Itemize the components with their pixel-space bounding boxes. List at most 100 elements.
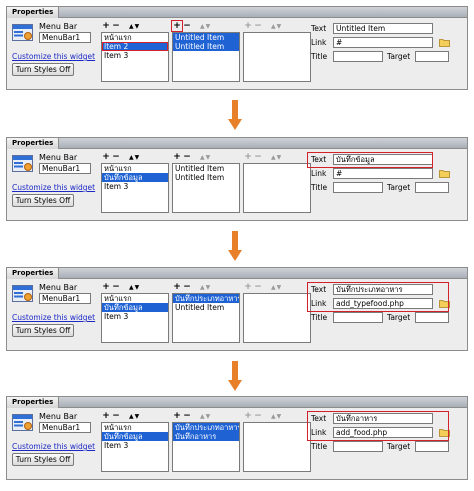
menu-item[interactable]: หน้าแรก	[102, 423, 168, 432]
turn-styles-off-button[interactable]: Turn Styles Off	[12, 324, 74, 337]
widget-name-field[interactable]: MenuBar1	[39, 293, 91, 304]
submenu-items-list[interactable]: Untitled Item Untitled Item	[172, 163, 240, 213]
remove-item-button[interactable]: −	[111, 282, 121, 292]
properties-tab[interactable]: Properties	[7, 268, 60, 279]
move-item-buttons[interactable]: ▲▼	[129, 153, 140, 163]
menu-item[interactable]: หน้าแรก	[102, 294, 168, 303]
title-field[interactable]	[333, 182, 383, 193]
move-item-buttons[interactable]: ▲▼	[129, 283, 140, 293]
submenu-items-list[interactable]: บันทึกประเภทอาหาร บันทึกอาหาร	[172, 422, 240, 472]
remove-subsubmenu-button[interactable]: −	[253, 282, 263, 292]
add-item-button[interactable]: +	[101, 152, 111, 162]
submenu-item[interactable]: บันทึกประเภทอาหาร	[173, 423, 239, 432]
subsubmenu-items-list[interactable]	[243, 422, 311, 472]
remove-subsubmenu-button[interactable]: −	[253, 21, 263, 31]
move-submenu-buttons[interactable]: ▲▼	[200, 412, 211, 422]
remove-item-button[interactable]: −	[111, 21, 121, 31]
remove-submenu-button[interactable]: −	[182, 411, 192, 421]
add-submenu-button[interactable]: +	[172, 411, 182, 421]
subsubmenu-items-list[interactable]	[243, 293, 311, 343]
menu-item[interactable]: Item 3	[102, 441, 168, 450]
submenu-item[interactable]: Untitled Item	[173, 33, 239, 42]
submenu-item[interactable]: บันทึกอาหาร	[173, 432, 239, 441]
move-submenu-buttons[interactable]: ▲▼	[200, 22, 211, 32]
menu-item[interactable]: Item 3	[102, 182, 168, 191]
remove-item-button[interactable]: −	[111, 411, 121, 421]
customize-widget-link[interactable]: Customize this widget	[12, 313, 95, 322]
submenu-item[interactable]: Untitled Item	[173, 164, 239, 173]
title-field[interactable]	[333, 51, 383, 62]
add-subsubmenu-button[interactable]: +	[243, 411, 253, 421]
customize-widget-link[interactable]: Customize this widget	[12, 183, 95, 192]
target-field[interactable]	[415, 312, 449, 323]
customize-widget-link[interactable]: Customize this widget	[12, 52, 95, 61]
widget-name-field[interactable]: MenuBar1	[39, 422, 91, 433]
add-subsubmenu-button[interactable]: +	[243, 21, 253, 31]
properties-tab[interactable]: Properties	[7, 7, 60, 18]
move-subsubmenu-buttons[interactable]: ▲▼	[271, 153, 282, 163]
turn-styles-off-button[interactable]: Turn Styles Off	[12, 63, 74, 76]
move-item-buttons[interactable]: ▲▼	[129, 412, 140, 422]
menu-item[interactable]: หน้าแรก	[102, 164, 168, 173]
menu-item[interactable]: บันทึกข้อมูล	[102, 432, 168, 441]
link-field[interactable]: #	[333, 168, 433, 179]
move-subsubmenu-buttons[interactable]: ▲▼	[271, 283, 282, 293]
target-field[interactable]	[415, 51, 449, 62]
menu-items-list[interactable]: หน้าแรก บันทึกข้อมูล Item 3	[101, 422, 169, 472]
move-subsubmenu-buttons[interactable]: ▲▼	[271, 22, 282, 32]
text-field[interactable]: บันทึกประเภทอาหาร	[333, 284, 433, 295]
link-field[interactable]: #	[333, 37, 433, 48]
submenu-item[interactable]: บันทึกประเภทอาหาร	[173, 294, 239, 303]
add-submenu-button[interactable]: +	[172, 282, 182, 292]
properties-tab[interactable]: Properties	[7, 397, 60, 408]
folder-icon[interactable]	[439, 428, 450, 437]
submenu-item[interactable]: Untitled Item	[173, 173, 239, 182]
properties-tab[interactable]: Properties	[7, 138, 60, 149]
submenu-item[interactable]: Untitled Item	[173, 42, 239, 51]
add-item-button[interactable]: +	[101, 21, 111, 31]
text-field[interactable]: บันทึกอาหาร	[333, 413, 433, 424]
add-subsubmenu-button[interactable]: +	[243, 152, 253, 162]
menu-item[interactable]: Item 3	[102, 312, 168, 321]
add-submenu-button[interactable]: +	[171, 20, 183, 32]
customize-widget-link[interactable]: Customize this widget	[12, 442, 95, 451]
submenu-items-list[interactable]: บันทึกประเภทอาหาร Untitled Item	[172, 293, 240, 343]
menu-items-list[interactable]: หน้าแรก Item 2 Item 3	[101, 32, 169, 82]
menu-item[interactable]: Item 3	[102, 51, 168, 60]
move-item-buttons[interactable]: ▲▼	[129, 22, 140, 32]
submenu-items-list[interactable]: Untitled Item Untitled Item	[172, 32, 240, 82]
menu-item[interactable]: Item 2	[102, 42, 168, 51]
subsubmenu-items-list[interactable]	[243, 163, 311, 213]
target-field[interactable]	[415, 182, 449, 193]
subsubmenu-items-list[interactable]	[243, 32, 311, 82]
remove-submenu-button[interactable]: −	[182, 282, 192, 292]
link-field[interactable]: add_food.php	[333, 427, 433, 438]
add-submenu-button[interactable]: +	[172, 152, 182, 162]
widget-name-field[interactable]: MenuBar1	[39, 32, 91, 43]
link-field[interactable]: add_typefood.php	[333, 298, 433, 309]
menu-item[interactable]: บันทึกข้อมูล	[102, 303, 168, 312]
menu-item[interactable]: บันทึกข้อมูล	[102, 173, 168, 182]
folder-icon[interactable]	[439, 38, 450, 47]
move-submenu-buttons[interactable]: ▲▼	[200, 283, 211, 293]
remove-subsubmenu-button[interactable]: −	[253, 411, 263, 421]
menu-items-list[interactable]: หน้าแรก บันทึกข้อมูล Item 3	[101, 293, 169, 343]
target-field[interactable]	[415, 441, 449, 452]
remove-submenu-button[interactable]: −	[182, 21, 192, 31]
folder-icon[interactable]	[439, 299, 450, 308]
remove-item-button[interactable]: −	[111, 152, 121, 162]
text-field[interactable]: บันทึกข้อมูล	[333, 154, 433, 165]
turn-styles-off-button[interactable]: Turn Styles Off	[12, 453, 74, 466]
move-submenu-buttons[interactable]: ▲▼	[200, 153, 211, 163]
move-subsubmenu-buttons[interactable]: ▲▼	[271, 412, 282, 422]
remove-subsubmenu-button[interactable]: −	[253, 152, 263, 162]
turn-styles-off-button[interactable]: Turn Styles Off	[12, 194, 74, 207]
submenu-item[interactable]: Untitled Item	[173, 303, 239, 312]
text-field[interactable]: Untitled Item	[333, 23, 433, 34]
title-field[interactable]	[333, 441, 383, 452]
remove-submenu-button[interactable]: −	[182, 152, 192, 162]
menu-items-list[interactable]: หน้าแรก บันทึกข้อมูล Item 3	[101, 163, 169, 213]
add-subsubmenu-button[interactable]: +	[243, 282, 253, 292]
folder-icon[interactable]	[439, 169, 450, 178]
add-item-button[interactable]: +	[101, 411, 111, 421]
